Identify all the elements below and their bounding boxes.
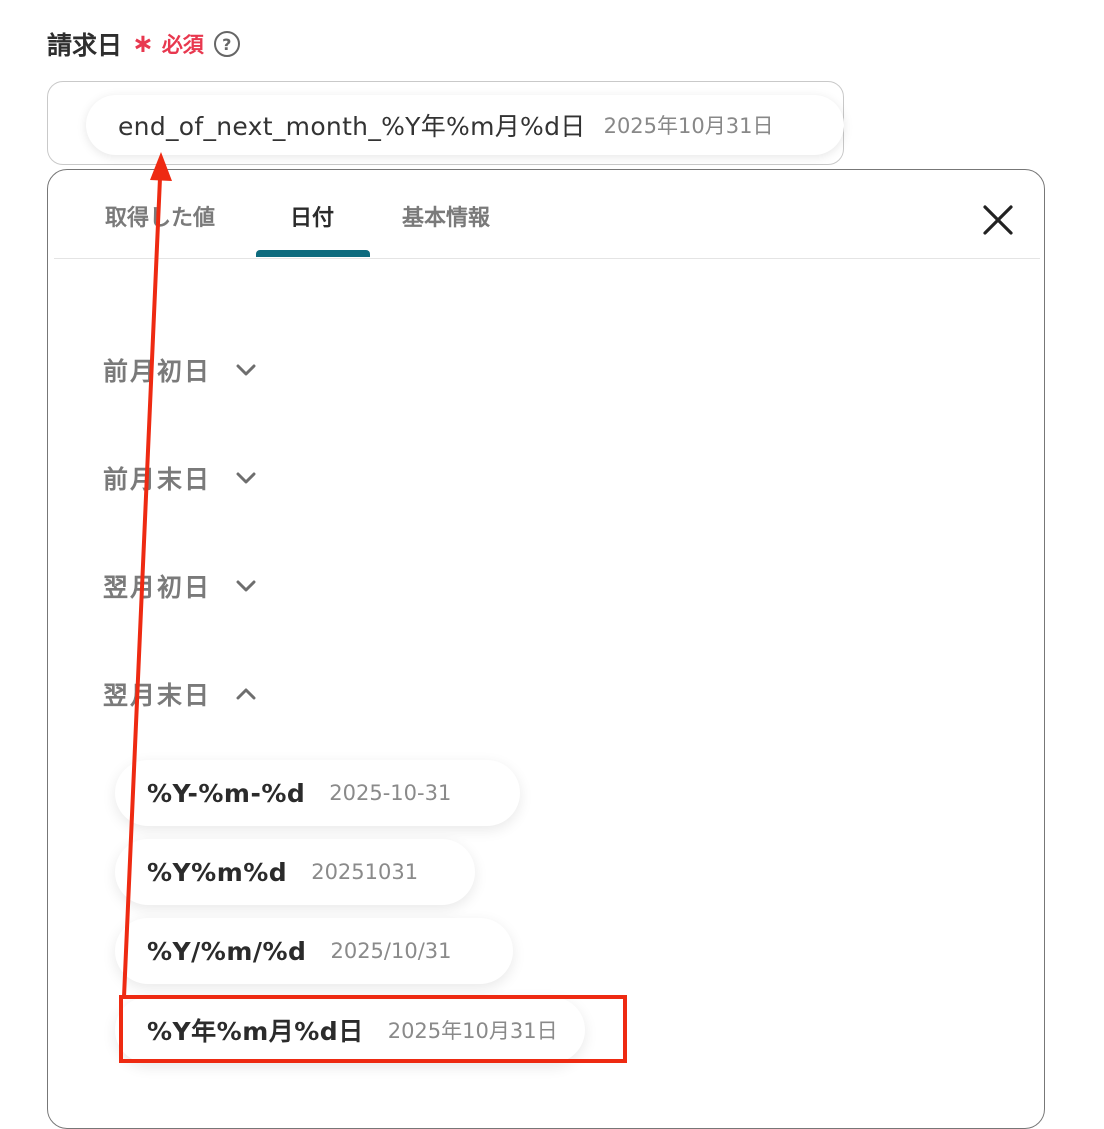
option-format: %Y/%m/%d (147, 936, 307, 966)
help-icon[interactable]: ? (213, 31, 240, 57)
option-date-format[interactable]: %Y%m%d 20251031 (115, 839, 475, 905)
section-prev-month-first[interactable]: 前月初日 (103, 350, 259, 390)
section-next-month-first[interactable]: 翌月初日 (103, 566, 259, 606)
section-label: 翌月初日 (103, 573, 212, 602)
required-star: ∗ (132, 29, 154, 59)
token-name: end_of_next_month_%Y年%m月%d日 (118, 112, 586, 141)
chevron-down-icon (236, 472, 256, 484)
selected-token-chip[interactable]: end_of_next_month_%Y年%m月%d日 2025年10月31日 (86, 95, 844, 155)
section-next-month-last[interactable]: 翌月末日 (103, 674, 259, 714)
section-label: 前月初日 (103, 357, 212, 386)
section-prev-month-last[interactable]: 前月末日 (103, 458, 259, 498)
section-label: 翌月末日 (103, 681, 212, 710)
section-label: 前月末日 (103, 465, 212, 494)
variable-picker-panel: 取得した値 日付 基本情報 前月初日 前月末日 翌月初日 翌月末日 %Y-%m-… (47, 169, 1045, 1129)
option-format: %Y%m%d (147, 857, 288, 887)
field-label-text: 請求日 (47, 31, 123, 60)
chevron-up-icon (236, 688, 256, 700)
help-glyph: ? (222, 34, 232, 54)
option-date-format[interactable]: %Y/%m/%d 2025/10/31 (115, 918, 513, 984)
date-input-field[interactable]: end_of_next_month_%Y年%m月%d日 2025年10月31日 (47, 81, 844, 165)
field-label: 請求日 ∗ 必須 ? (47, 26, 240, 62)
chevron-down-icon (236, 364, 256, 376)
tab-basic-info[interactable]: 基本情報 (402, 200, 490, 232)
option-format: %Y-%m-%d (147, 778, 306, 808)
option-sample: 2025年10月31日 (387, 1019, 558, 1043)
option-sample: 20251031 (311, 860, 419, 884)
tab-bar: 取得した値 日付 基本情報 (54, 170, 1040, 259)
option-format: %Y年%m月%d日 (147, 1017, 364, 1046)
option-sample: 2025-10-31 (329, 781, 452, 805)
tab-date[interactable]: 日付 (290, 200, 334, 232)
option-date-format[interactable]: %Y-%m-%d 2025-10-31 (115, 760, 520, 826)
close-icon[interactable] (978, 200, 1018, 240)
chevron-down-icon (236, 580, 256, 592)
required-text: 必須 (161, 33, 204, 57)
option-sample: 2025/10/31 (330, 939, 452, 963)
active-tab-indicator (256, 250, 370, 257)
tab-acquired-values[interactable]: 取得した値 (105, 200, 215, 232)
token-value: 2025年10月31日 (603, 114, 774, 138)
option-date-format[interactable]: %Y年%m月%d日 2025年10月31日 (115, 997, 585, 1063)
